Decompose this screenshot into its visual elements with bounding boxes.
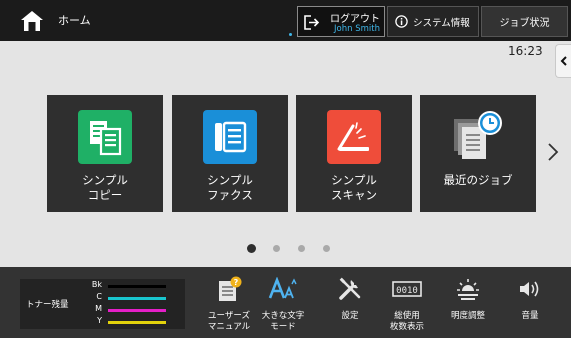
svg-text:0010: 0010 (396, 286, 418, 296)
tile-label-line1: シンプル (82, 173, 128, 187)
home-label[interactable]: ホーム (58, 12, 91, 28)
toner-bar-black (108, 285, 166, 288)
tool-label: 音量 (521, 311, 539, 321)
toner-label: Bk (91, 280, 102, 289)
home-icon (21, 11, 43, 31)
page-count-icon: 0010 (383, 275, 431, 303)
svg-text:?: ? (234, 278, 239, 287)
tile-label-line2: ファクス (207, 188, 253, 202)
recent-jobs-tile[interactable]: 最近のジョブ (420, 95, 536, 212)
chevron-right-icon (548, 143, 559, 161)
tile-label-line1: シンプル (331, 173, 377, 187)
clock: 16:23 (508, 44, 543, 58)
toner-label: C (96, 292, 102, 301)
tool-label: ユーザーズ マニュアル (207, 311, 251, 332)
home-button[interactable] (12, 6, 52, 36)
total-count-button[interactable]: 0010 総使用 枚数表示 (383, 275, 431, 335)
status-dot (289, 33, 292, 36)
next-page-button[interactable] (544, 140, 562, 164)
brightness-button[interactable]: 明度調整 (444, 275, 492, 335)
settings-icon (326, 275, 374, 303)
system-info-button[interactable]: システム情報 (387, 6, 479, 37)
toner-title: トナー残量 (26, 300, 69, 310)
page-dot[interactable] (273, 245, 280, 252)
toner-label: M (95, 304, 102, 313)
copy-icon (78, 110, 132, 164)
toner-bar-cyan (108, 297, 166, 300)
chevron-left-icon (560, 56, 567, 66)
toner-row-magenta: M (90, 304, 185, 316)
tile-label-line1: 最近のジョブ (443, 173, 513, 187)
tile-label-line2: スキャン (331, 188, 377, 202)
system-info-label: システム情報 (413, 17, 470, 29)
recent-jobs-icon (448, 107, 508, 167)
simple-scan-tile[interactable]: シンプル スキャン (296, 95, 412, 212)
large-text-mode-button[interactable]: 大きな文字 モード (259, 275, 307, 335)
user-manual-button[interactable]: ? ユーザーズ マニュアル (205, 275, 253, 335)
toner-row-cyan: C (90, 292, 185, 304)
toner-level-panel[interactable]: トナー残量 Bk C M Y (20, 279, 185, 329)
side-panel-tab[interactable] (555, 44, 571, 78)
logout-label: ログアウト (330, 14, 380, 25)
page-dot[interactable] (323, 245, 330, 252)
toner-row-yellow: Y (90, 316, 185, 328)
logout-icon (304, 15, 320, 30)
simple-copy-tile[interactable]: シンプル コピー (47, 95, 163, 212)
page-indicator (0, 243, 571, 253)
scan-icon (327, 110, 381, 164)
toner-label: Y (97, 316, 102, 325)
large-text-icon (259, 275, 307, 303)
info-icon (395, 15, 408, 28)
toner-row-black: Bk (90, 280, 185, 292)
tile-label-line2: コピー (87, 188, 123, 202)
fax-icon (203, 110, 257, 164)
tool-label: 明度調整 (450, 311, 485, 321)
tool-label: 設定 (341, 311, 359, 321)
logged-in-user: John Smith (334, 24, 380, 34)
toner-bar-yellow (108, 321, 166, 324)
bottom-bar: トナー残量 Bk C M Y ? ユーザーズ マニュアル 大きな文字 モード 設… (0, 267, 571, 338)
page-dot[interactable] (298, 245, 305, 252)
brightness-icon (444, 275, 492, 303)
volume-icon (506, 275, 554, 303)
top-bar: ホーム ログアウト John Smith システム情報 ジョブ状況 (0, 0, 571, 41)
settings-button[interactable]: 設定 (326, 275, 374, 335)
tool-label: 大きな文字 モード (261, 311, 305, 332)
volume-button[interactable]: 音量 (506, 275, 554, 335)
toner-bar-magenta (108, 309, 166, 312)
job-status-button[interactable]: ジョブ状況 (481, 6, 568, 37)
logout-button[interactable]: ログアウト John Smith (297, 6, 385, 37)
simple-fax-tile[interactable]: シンプル ファクス (172, 95, 288, 212)
tool-label: 総使用 枚数表示 (389, 311, 424, 332)
user-manual-icon: ? (205, 275, 253, 303)
job-status-label: ジョブ状況 (499, 18, 550, 29)
page-dot-active[interactable] (247, 244, 256, 253)
tile-label-line1: シンプル (207, 173, 253, 187)
